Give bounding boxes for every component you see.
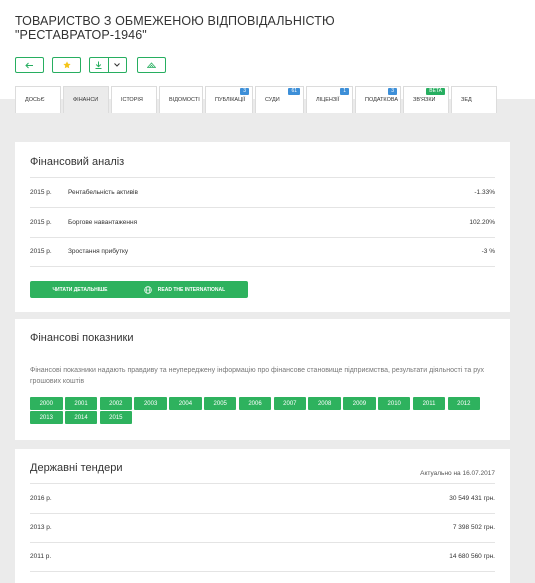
row-year: 2015 р. (30, 248, 52, 255)
header: ТОВАРИСТВО З ОБМЕЖЕНОЮ ВІДПОВІДАЛЬНІСТЮ … (0, 0, 535, 113)
arrow-left-icon (25, 62, 34, 69)
row-value: 7 398 502 грн. (452, 524, 495, 531)
star-icon (62, 61, 71, 69)
tab-label: Досьє (25, 97, 45, 103)
year-button[interactable]: 2008 (308, 397, 341, 410)
tab-foreign-trade[interactable]: ЗЕД (451, 86, 497, 113)
tab-label: Публікації (215, 97, 246, 103)
read-international-label: Read the international (157, 286, 226, 293)
tab-label: Зв'язки (413, 97, 436, 103)
company-name-line1: ТОВАРИСТВО З ОБМЕЖЕНОЮ ВІДПОВІДАЛЬНІСТЮ (15, 14, 335, 28)
year-button[interactable]: 2015 (99, 411, 133, 424)
year-button[interactable]: 2004 (169, 397, 202, 410)
download-button[interactable] (89, 57, 127, 73)
tab-history[interactable]: Історія (111, 86, 157, 113)
tender-row: 2016 р. 30 549 431 грн. (30, 484, 495, 514)
beta-badge: beta (426, 88, 445, 95)
row-value: 102.20% (469, 219, 495, 226)
tab-label: ЗЕД (461, 97, 472, 103)
actual-date: Актуально на 16.07.2017 (420, 470, 495, 477)
read-international-button[interactable]: Read the international (121, 281, 248, 298)
tab-label: Суди (265, 97, 280, 103)
row-year: 2015 р. (30, 219, 52, 226)
analysis-row: 2015 р. Рентабельність активів -1.33% (30, 178, 495, 208)
chevron-down-icon[interactable] (109, 63, 127, 67)
count-badge: 61 (288, 88, 300, 95)
row-label: Боргове навантаження (68, 219, 138, 226)
row-year: 2013 р. (30, 524, 52, 531)
year-button[interactable]: 2007 (273, 397, 307, 410)
tab-courts[interactable]: Суди 61 (255, 86, 304, 113)
year-button[interactable]: 2006 (238, 397, 272, 410)
analysis-row: 2015 р. Боргове навантаження 102.20% (30, 208, 495, 238)
state-tenders-card: Державні тендери Актуально на 16.07.2017… (15, 449, 510, 583)
year-button[interactable]: 2005 (203, 397, 237, 410)
tab-info[interactable]: Відомості (159, 86, 203, 113)
year-button[interactable]: 2013 (30, 411, 63, 424)
back-button[interactable] (15, 57, 44, 73)
state-tenders-title: Державні тендери (30, 462, 123, 474)
globe-icon (144, 285, 152, 294)
download-icon (90, 58, 109, 72)
count-badge: 3 (388, 88, 397, 95)
year-button[interactable]: 2000 (30, 397, 63, 410)
row-year: 2011 р. (30, 553, 52, 560)
year-button[interactable]: 2001 (64, 397, 98, 410)
year-button[interactable]: 2009 (343, 397, 376, 410)
tab-licenses[interactable]: Ліцензії 1 (306, 86, 353, 113)
year-button[interactable]: 2003 (134, 397, 167, 410)
row-label: Рентабельність активів (68, 189, 138, 196)
tab-publications[interactable]: Публікації 3 (205, 86, 253, 113)
tab-bar: Досьє Фінанси Історія Відомості Публікац… (15, 86, 499, 113)
tab-label: Податкова (365, 97, 399, 103)
tender-row: 2011 р. 14 680 560 грн. (30, 542, 495, 572)
indicators-description: Фінансові показники надають правдиву та … (30, 367, 485, 385)
financial-analysis-title: Фінансовий аналіз (30, 156, 125, 168)
row-value: -1.33% (474, 189, 495, 196)
tab-label: Фінанси (73, 97, 99, 103)
tab-label: Відомості (169, 97, 200, 103)
year-button[interactable]: 2010 (377, 397, 411, 410)
tab-label: Ліцензії (316, 97, 340, 103)
row-value: 14 680 560 грн. (449, 553, 495, 560)
tab-finance[interactable]: Фінанси (63, 86, 109, 113)
company-name: ТОВАРИСТВО З ОБМЕЖЕНОЮ ВІДПОВІДАЛЬНІСТЮ … (15, 14, 345, 42)
analysis-row: 2015 р. Зростання прибутку -3 % (30, 237, 495, 267)
financial-indicators-title: Фінансові показники (30, 332, 134, 344)
row-value: 30 549 431 грн. (449, 495, 495, 502)
tab-dossier[interactable]: Досьє (15, 86, 61, 113)
row-value: -3 % (481, 248, 495, 255)
year-button[interactable]: 2002 (99, 397, 133, 410)
read-more-button[interactable]: Читати детальніше (30, 281, 130, 298)
mountain-icon (147, 62, 156, 68)
year-buttons: 2000 2001 2002 2003 2004 2005 2006 2007 … (30, 397, 490, 424)
favorite-button[interactable] (52, 57, 81, 73)
count-badge: 1 (340, 88, 349, 95)
financial-analysis-card: Фінансовий аналіз 2015 р. Рентабельність… (15, 142, 510, 312)
tab-connections[interactable]: Зв'язки beta (403, 86, 449, 113)
row-label: Зростання прибутку (68, 248, 129, 255)
financial-indicators-card: Фінансові показники Фінансові показники … (15, 319, 510, 440)
action-toolbar (15, 57, 166, 73)
tab-label: Історія (121, 97, 143, 103)
row-year: 2016 р. (30, 495, 52, 502)
tab-tax[interactable]: Податкова 3 (355, 86, 401, 113)
year-button[interactable]: 2014 (64, 411, 98, 424)
row-year: 2015 р. (30, 189, 52, 196)
monitor-button[interactable] (137, 57, 166, 73)
year-button[interactable]: 2011 (412, 397, 446, 410)
count-badge: 3 (240, 88, 249, 95)
tender-row: 2013 р. 7 398 502 грн. (30, 513, 495, 543)
company-name-line2: "РЕСТАВРАТОР-1946" (15, 28, 147, 42)
year-button[interactable]: 2012 (447, 397, 481, 410)
